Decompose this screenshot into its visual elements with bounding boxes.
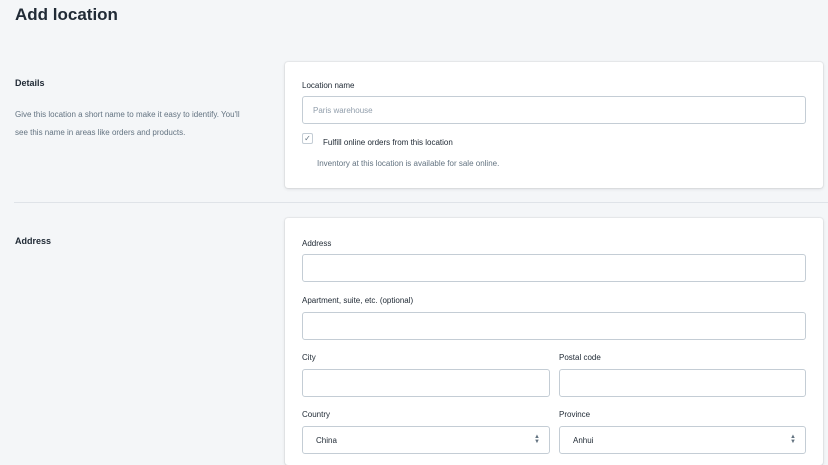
country-label: Country	[302, 410, 331, 419]
section-divider	[14, 202, 828, 203]
city-label: City	[302, 353, 316, 362]
postal-code-input[interactable]	[559, 369, 806, 397]
page-title: Add location	[15, 5, 118, 24]
address-card: Address Apartment, suite, etc. (optional…	[285, 218, 823, 465]
fulfill-online-checkbox[interactable]: ✓	[302, 133, 313, 144]
fulfill-online-help: Inventory at this location is available …	[317, 159, 500, 168]
address-label: Address	[302, 239, 332, 248]
country-value: China	[316, 435, 337, 445]
fulfill-online-label[interactable]: Fulfill online orders from this location	[323, 138, 453, 147]
location-name-input[interactable]	[302, 96, 806, 124]
details-heading: Details	[15, 78, 45, 88]
province-select[interactable]: Anhui ▲ ▼	[559, 426, 806, 454]
postal-code-label: Postal code	[559, 353, 601, 362]
city-input[interactable]	[302, 369, 550, 397]
apartment-input[interactable]	[302, 312, 806, 340]
country-select[interactable]: China ▲ ▼	[302, 426, 550, 454]
location-name-label: Location name	[302, 81, 355, 90]
select-arrows-icon: ▲ ▼	[790, 434, 796, 445]
apartment-label: Apartment, suite, etc. (optional)	[302, 296, 414, 305]
address-heading: Address	[15, 236, 52, 246]
details-description: Give this location a short name to make …	[15, 110, 240, 137]
province-value: Anhui	[573, 435, 594, 445]
checkmark-icon: ✓	[304, 133, 311, 143]
details-card: Location name ✓ Fulfill online orders fr…	[285, 62, 823, 188]
address-input[interactable]	[302, 254, 806, 282]
province-label: Province	[559, 410, 591, 419]
select-arrows-icon: ▲ ▼	[534, 434, 540, 445]
